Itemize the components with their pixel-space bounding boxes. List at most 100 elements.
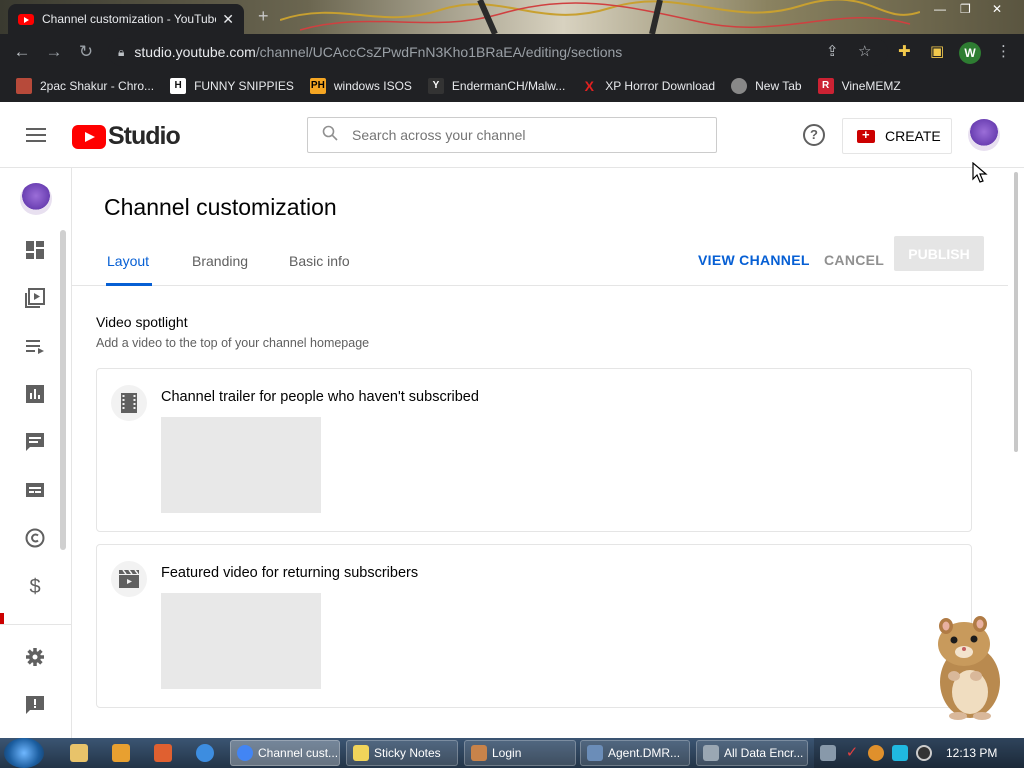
section-subtitle: Add a video to the top of your channel h… (96, 336, 370, 350)
bookmark-item[interactable]: PH windows ISOS (309, 78, 412, 94)
start-button[interactable] (4, 738, 44, 768)
minimize-icon[interactable]: — (934, 2, 946, 16)
film-icon (111, 385, 147, 421)
cancel-button[interactable]: CANCEL (824, 252, 884, 268)
studio-logo[interactable]: Studio (72, 122, 181, 151)
share-icon[interactable]: ⇪ (826, 42, 839, 60)
wallpaper-scribble (280, 0, 920, 34)
content-icon[interactable] (24, 288, 46, 310)
taskbar-label: Agent.DMR... (608, 746, 681, 760)
paint-icon[interactable] (154, 744, 172, 762)
hamster-desktop-pet[interactable] (924, 612, 1010, 720)
globe-favicon-icon (731, 78, 748, 94)
bookmark-star-icon[interactable]: ☆ (858, 42, 871, 60)
close-window-icon[interactable]: ✕ (992, 2, 1002, 16)
tray-volume-icon[interactable] (916, 745, 932, 761)
bookmark-item[interactable]: 2pac Shakur - Chro... (16, 78, 154, 94)
side-panel-icon[interactable]: ▣ (930, 42, 944, 60)
taskbar-label: Sticky Notes (374, 746, 441, 760)
extensions-icon[interactable]: ✚ (898, 42, 911, 60)
bookmark-label: EndermanCH/Malw... (451, 79, 566, 93)
forward-icon[interactable]: → (38, 42, 70, 62)
bookmark-item[interactable]: X XP Horror Download (581, 78, 716, 94)
taskbar-item-chrome[interactable]: Channel cust... (230, 740, 340, 766)
help-icon[interactable]: ? (803, 124, 825, 146)
bookmark-label: VineMEMZ (841, 79, 901, 93)
analytics-icon[interactable] (24, 384, 46, 406)
search-icon[interactable] (308, 125, 352, 146)
main-content: Channel customization Layout Branding Ba… (72, 168, 1024, 738)
comments-icon[interactable] (24, 432, 46, 454)
studio-logo-text: Studio (108, 122, 181, 150)
tray-app-icon[interactable] (820, 745, 836, 761)
rail-divider (0, 624, 72, 625)
mouse-cursor-icon (972, 162, 988, 183)
card-title: Featured video for returning subscribers (161, 565, 419, 581)
copyright-icon[interactable] (24, 528, 46, 550)
tray-monitor-icon[interactable] (892, 745, 908, 761)
window-app-icon (587, 745, 603, 761)
yp-favicon-icon: Y (427, 78, 444, 94)
main-scrollbar[interactable] (1012, 168, 1020, 458)
create-video-icon (857, 127, 875, 143)
taskbar-label: All Data Encr... (724, 746, 804, 760)
tray-search-icon[interactable] (868, 745, 884, 761)
browser-profile-avatar[interactable]: W (959, 42, 981, 64)
left-navigation-rail: $ (0, 168, 72, 738)
close-tab-icon[interactable]: ✕ (222, 11, 234, 28)
feedback-icon[interactable] (24, 695, 46, 717)
bookmark-item[interactable]: R VineMEMZ (817, 78, 901, 94)
taskbar-item-login[interactable]: Login (464, 740, 576, 766)
taskbar-item-agent-dmr[interactable]: Agent.DMR... (580, 740, 690, 766)
channel-trailer-card: Channel trailer for people who haven't s… (96, 368, 972, 532)
back-icon[interactable]: ← (6, 42, 38, 62)
search-input[interactable] (352, 127, 692, 143)
menu-dots-icon[interactable]: ⋮ (996, 42, 1011, 60)
taskbar-label: Login (492, 746, 522, 760)
tab-basic-info[interactable]: Basic info (289, 253, 350, 269)
video-thumbnail-placeholder[interactable] (161, 593, 321, 689)
dashboard-icon[interactable] (24, 240, 46, 262)
tab-layout[interactable]: Layout (107, 253, 149, 269)
login-app-icon (471, 745, 487, 761)
url-host: studio.youtube.com (134, 44, 256, 60)
bookmark-item[interactable]: New Tab (731, 78, 802, 94)
taskbar-item-sticky-notes[interactable]: Sticky Notes (346, 740, 458, 766)
playlists-icon[interactable] (24, 336, 46, 358)
section-title: Video spotlight (96, 314, 188, 330)
maximize-icon[interactable]: ❐ (960, 2, 971, 16)
explorer-icon[interactable] (70, 744, 88, 762)
earn-dollar-icon[interactable]: $ (24, 576, 46, 598)
tab-branding[interactable]: Branding (192, 253, 248, 269)
publish-button[interactable]: PUBLISH (894, 236, 984, 271)
internet-explorer-icon[interactable] (196, 744, 214, 762)
card-title: Channel trailer for people who haven't s… (161, 389, 479, 405)
video-thumbnail-placeholder[interactable] (161, 417, 321, 513)
create-button[interactable]: CREATE (842, 118, 952, 154)
active-tab-underline (106, 283, 152, 286)
address-bar[interactable]: 🔒︎ studio.youtube.com/channel/UCAccCsZPw… (108, 38, 888, 66)
account-avatar[interactable] (968, 119, 1000, 151)
view-channel-button[interactable]: VIEW CHANNEL (698, 252, 810, 268)
window-app-icon (703, 745, 719, 761)
tab-channel-customization[interactable]: Channel customization - YouTube Studio ✕ (8, 4, 244, 34)
settings-gear-icon[interactable] (24, 647, 46, 669)
tray-check-icon[interactable]: ✓ (844, 745, 860, 761)
page-title: Channel customization (104, 194, 337, 220)
lock-icon[interactable]: 🔒︎ (118, 45, 124, 60)
bookmark-item[interactable]: Y EndermanCH/Malw... (427, 78, 566, 94)
new-tab-icon[interactable]: + (258, 6, 269, 27)
reload-icon[interactable]: ↻ (70, 42, 102, 62)
subtitles-icon[interactable] (24, 480, 46, 502)
channel-avatar[interactable] (20, 183, 52, 215)
taskbar-clock[interactable]: 12:13 PM (946, 746, 997, 760)
sticky-notes-icon (353, 745, 369, 761)
hamburger-menu-icon[interactable] (26, 128, 46, 146)
chrome-icon (237, 745, 253, 761)
bookmark-item[interactable]: H FUNNY SNIPPIES (170, 78, 294, 94)
media-player-icon[interactable] (112, 744, 130, 762)
rail-scrollbar[interactable] (60, 230, 66, 550)
browser-toolbar: ← → ↻ 🔒︎ studio.youtube.com/channel/UCAc… (0, 34, 1024, 70)
taskbar-item-all-data[interactable]: All Data Encr... (696, 740, 808, 766)
x-favicon-icon: X (584, 78, 594, 94)
